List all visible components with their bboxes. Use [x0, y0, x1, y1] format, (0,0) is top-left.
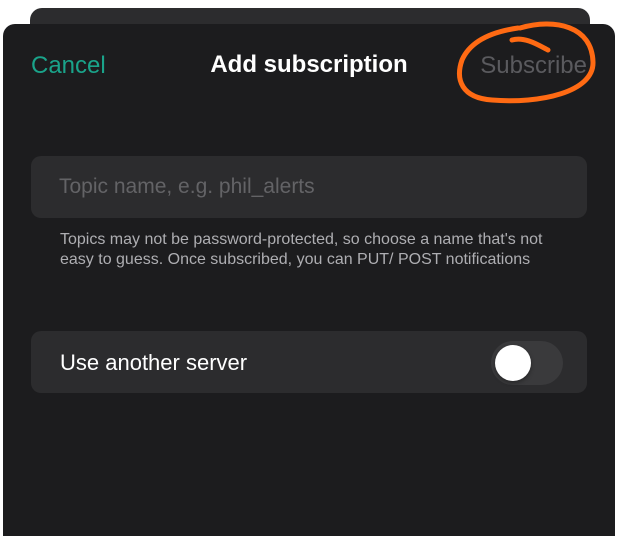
use-another-server-label: Use another server [60, 350, 248, 375]
app-screen: Cancel Add subscription Subscribe Topics… [0, 0, 621, 540]
topic-name-input[interactable] [31, 156, 587, 218]
add-subscription-sheet: Cancel Add subscription Subscribe Topics… [3, 24, 615, 536]
subscribe-button[interactable]: Subscribe [480, 52, 587, 80]
use-another-server-row: Use another server [31, 331, 587, 393]
nav-bar: Cancel Add subscription Subscribe [3, 24, 615, 108]
cancel-button[interactable]: Cancel [31, 52, 106, 80]
topic-field [31, 156, 587, 218]
use-another-server-toggle[interactable] [491, 341, 563, 385]
toggle-knob [495, 345, 531, 381]
topic-helper-text: Topics may not be password-protected, so… [60, 231, 543, 268]
